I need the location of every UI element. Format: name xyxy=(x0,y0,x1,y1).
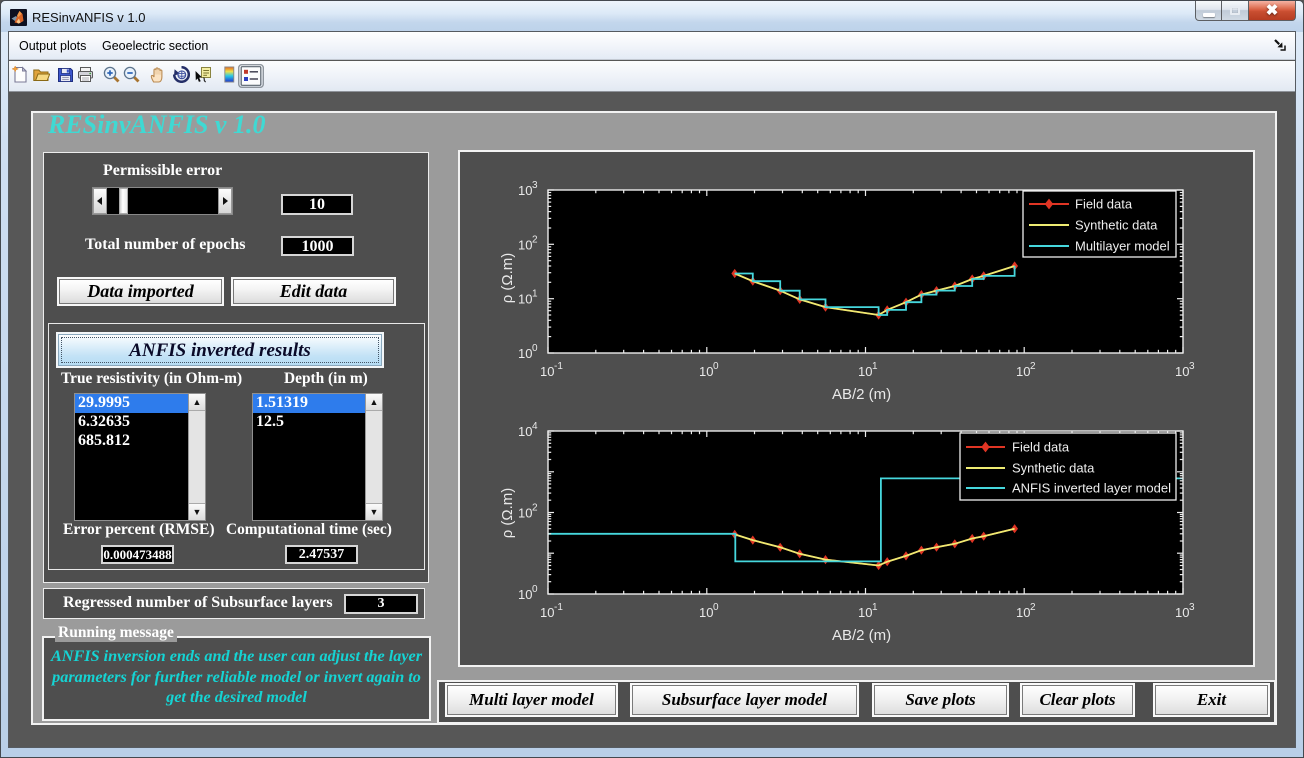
svg-text:10: 10 xyxy=(1016,364,1030,379)
svg-text:10: 10 xyxy=(518,587,532,602)
svg-text:ANFIS inverted layer model: ANFIS inverted layer model xyxy=(1012,481,1171,496)
svg-text:1: 1 xyxy=(872,361,878,372)
svg-text:0: 0 xyxy=(532,584,538,595)
svg-text:1: 1 xyxy=(532,289,538,300)
svg-text:10: 10 xyxy=(858,364,872,379)
svg-text:Synthetic data: Synthetic data xyxy=(1075,218,1158,233)
svg-text:3: 3 xyxy=(1189,361,1195,372)
svg-text:2: 2 xyxy=(532,503,538,514)
svg-text:Multilayer model: Multilayer model xyxy=(1075,239,1170,254)
svg-text:3: 3 xyxy=(532,180,538,191)
svg-text:10: 10 xyxy=(518,424,532,439)
svg-text:4: 4 xyxy=(532,421,538,432)
svg-text:0: 0 xyxy=(713,602,719,613)
svg-text:AB/2 (m): AB/2 (m) xyxy=(832,386,891,403)
svg-text:10: 10 xyxy=(518,292,532,307)
svg-text:0: 0 xyxy=(713,361,719,372)
svg-text:10: 10 xyxy=(699,605,713,620)
svg-text:10: 10 xyxy=(1175,364,1189,379)
svg-text:10: 10 xyxy=(1016,605,1030,620)
svg-text:10: 10 xyxy=(858,605,872,620)
svg-text:10: 10 xyxy=(540,364,554,379)
svg-text:Field data: Field data xyxy=(1075,197,1133,212)
svg-text:1: 1 xyxy=(872,602,878,613)
svg-text:0: 0 xyxy=(532,343,538,354)
svg-text:AB/2 (m): AB/2 (m) xyxy=(832,627,891,644)
svg-text:10: 10 xyxy=(699,364,713,379)
svg-text:ρ (Ω.m): ρ (Ω.m) xyxy=(499,253,516,304)
svg-text:Field data: Field data xyxy=(1012,440,1070,455)
svg-text:10: 10 xyxy=(518,237,532,252)
svg-text:-1: -1 xyxy=(554,361,563,372)
svg-text:10: 10 xyxy=(518,506,532,521)
svg-text:-1: -1 xyxy=(554,602,563,613)
svg-text:10: 10 xyxy=(518,183,532,198)
svg-text:ρ (Ω.m): ρ (Ω.m) xyxy=(499,488,516,539)
svg-text:2: 2 xyxy=(1030,602,1036,613)
svg-text:10: 10 xyxy=(1175,605,1189,620)
svg-text:Synthetic data: Synthetic data xyxy=(1012,461,1095,476)
svg-text:10: 10 xyxy=(518,346,532,361)
svg-text:2: 2 xyxy=(1030,361,1036,372)
svg-text:10: 10 xyxy=(540,605,554,620)
svg-text:2: 2 xyxy=(532,234,538,245)
svg-text:3: 3 xyxy=(1189,602,1195,613)
